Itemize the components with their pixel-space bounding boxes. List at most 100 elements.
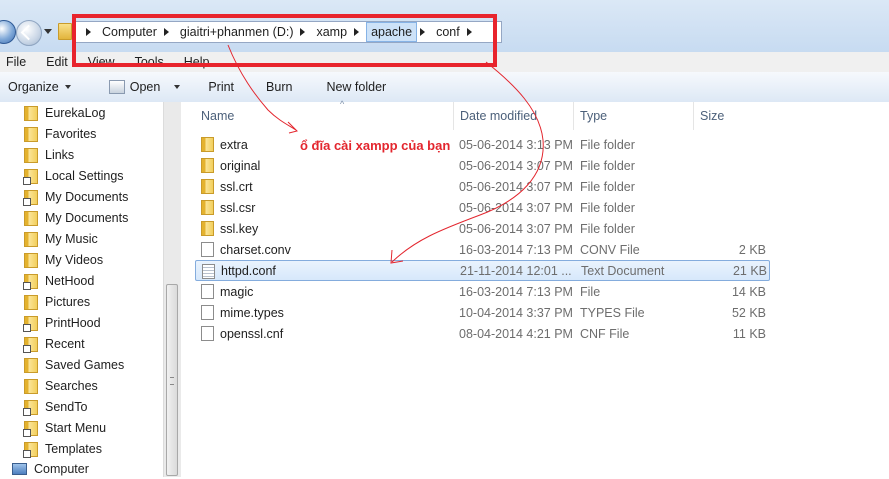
recent-pages-dropdown-icon[interactable] [44,29,52,34]
file-row[interactable]: ssl.key 05-06-2014 3:07 PM File folder [195,218,770,239]
file-date: 16-03-2014 7:13 PM [459,242,573,257]
sidebar-item-computer[interactable]: Computer [0,459,89,479]
sidebar-item[interactable]: NetHood [23,271,94,291]
chevron-right-icon[interactable] [466,28,472,36]
sidebar-item[interactable]: EurekaLog [24,103,105,123]
annotation-text: ổ đĩa cài xampp của bạn [300,138,451,153]
sort-caret-icon: ^ [340,99,345,109]
breadcrumb-apache[interactable]: apache [366,22,418,42]
file-type: TYPES File [580,305,645,320]
file-size: 14 KB [731,284,766,299]
sidebar-item-label: EurekaLog [45,106,106,120]
file-date: 05-06-2014 3:07 PM [459,200,573,215]
file-row[interactable]: original 05-06-2014 3:07 PM File folder [195,155,770,176]
sidebar-item[interactable]: Local Settings [23,166,124,186]
text-file-icon [202,264,215,279]
file-row[interactable]: charset.conv 16-03-2014 7:13 PM CONV File 2… [195,239,770,260]
file-size: 52 KB [731,305,766,320]
breadcrumb-conf[interactable]: conf [432,23,464,41]
sidebar-item-label: Start Menu [45,421,107,435]
sidebar-item-label: Searches [45,379,98,393]
back-button[interactable] [0,20,16,44]
chevron-right-icon[interactable] [86,28,91,36]
breadcrumb-xamp[interactable]: xamp [312,23,351,41]
shortcut-folder-icon [23,189,38,206]
chevron-down-icon[interactable] [174,85,181,89]
file-type: File folder [580,221,635,236]
sidebar-item[interactable]: My Music [24,229,98,249]
sidebar-item[interactable]: Recent [23,334,85,354]
burn-button[interactable]: Burn [258,75,300,99]
sidebar-item[interactable]: Start Menu [23,418,107,438]
column-name-label: Name [201,109,235,123]
chevron-right-icon[interactable] [300,28,306,36]
sidebar-item[interactable]: Templates [23,439,102,459]
sidebar-item[interactable]: Favorites [24,124,96,144]
file-row[interactable]: extra 05-06-2014 3:13 PM File folder [195,134,770,155]
file-name: charset.conv [220,242,291,257]
chevron-down-icon [64,85,71,89]
file-date: 05-06-2014 3:13 PM [459,137,573,152]
sidebar-item-label: SendTo [45,400,88,414]
folder-icon [24,378,38,394]
file-date: 08-04-2014 4:21 PM [459,326,573,341]
menu-edit[interactable]: Edit [36,55,78,69]
sidebar-item[interactable]: SendTo [23,397,88,417]
file-name: extra [220,137,248,152]
folder-icon [24,231,38,247]
shortcut-folder-icon [23,168,38,185]
breadcrumb-computer[interactable]: Computer [98,23,161,41]
navigation-scrollbar[interactable] [163,102,181,477]
file-name: openssl.cnf [220,326,284,341]
breadcrumb-drive[interactable]: giaitri+phanmen (D:) [176,23,298,41]
column-header-date[interactable]: Date modified [454,102,574,130]
folder-icon [24,105,38,121]
file-row[interactable]: openssl.cnf 08-04-2014 4:21 PM CNF File 11 … [195,323,770,344]
file-row[interactable]: magic 16-03-2014 7:13 PM File 14 KB [195,281,770,302]
sidebar-item[interactable]: PrintHood [23,313,101,333]
print-button[interactable]: Print [200,75,242,99]
address-bar[interactable]: Computer giaitri+phanmen (D:) xamp apach… [72,21,502,43]
sidebar-item[interactable]: My Documents [23,187,129,207]
menu-file[interactable]: File [0,55,36,69]
file-row[interactable]: httpd.conf 21-11-2014 12:01 ... Text Docum… [195,260,770,281]
sidebar-item[interactable]: My Documents [24,208,128,228]
menu-view[interactable]: View [78,55,125,69]
sidebar-item[interactable]: Searches [24,376,98,396]
file-row[interactable]: ssl.crt 05-06-2014 3:07 PM File folder [195,176,770,197]
folder-icon [201,158,214,173]
column-header-type[interactable]: Type [574,102,694,130]
shortcut-folder-icon [23,315,38,332]
shortcut-folder-icon [23,273,38,290]
file-type: File folder [580,200,635,215]
file-row[interactable]: mime.types 10-04-2014 3:37 PM TYPES File 52… [195,302,770,323]
sidebar-item[interactable]: Links [24,145,74,165]
sidebar-item[interactable]: Pictures [24,292,90,312]
column-type-label: Type [580,109,608,123]
column-header-size[interactable]: Size [694,102,770,130]
file-name: mime.types [220,305,284,320]
file-date: 05-06-2014 3:07 PM [459,221,573,236]
chevron-right-icon[interactable] [163,28,169,36]
sidebar-item-label: Local Settings [45,169,124,183]
new-folder-button[interactable]: New folder [318,75,394,99]
sidebar-item-label: Computer [34,462,89,476]
chevron-right-icon[interactable] [354,28,360,36]
forward-button[interactable] [16,20,42,46]
menu-tools[interactable]: Tools [125,55,174,69]
sidebar-item-label: My Documents [45,190,129,204]
organize-button[interactable]: Organize [0,75,79,99]
sidebar-item[interactable]: My Videos [24,250,103,270]
open-button[interactable]: Open [101,75,189,99]
folder-icon [24,357,38,373]
chevron-right-icon[interactable] [420,28,426,36]
open-icon [108,80,125,94]
menu-help[interactable]: Help [174,55,220,69]
sidebar-item[interactable]: Saved Games [24,355,124,375]
file-date: 16-03-2014 7:13 PM [459,284,573,299]
column-header-name[interactable]: ^ Name [195,99,454,130]
scrollbar-thumb[interactable] [166,284,178,476]
folder-icon [24,294,38,310]
sidebar-item-label: My Videos [45,253,104,267]
file-row[interactable]: ssl.csr 05-06-2014 3:07 PM File folder [195,197,770,218]
